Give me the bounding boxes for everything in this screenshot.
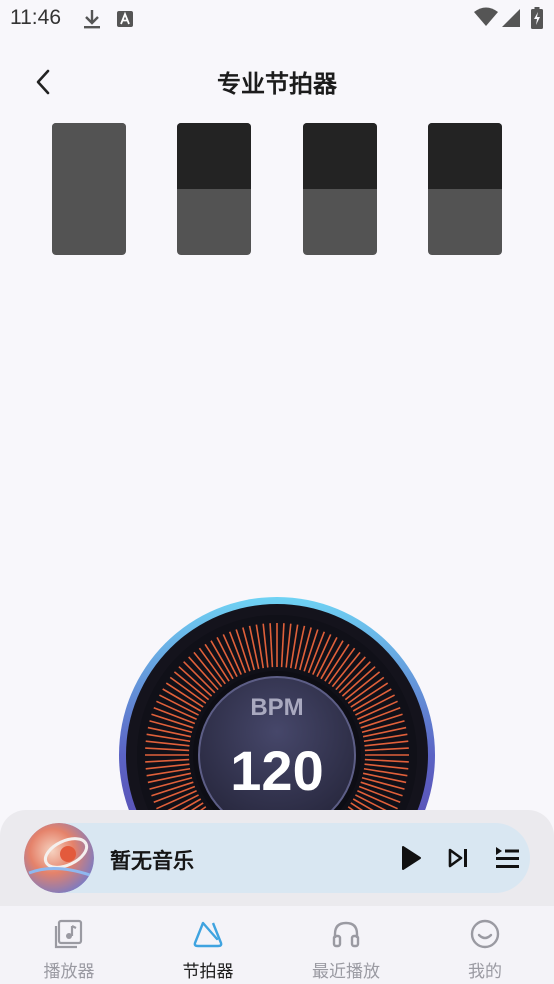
- beat-block-1[interactable]: [52, 123, 126, 255]
- nav-label-player: 播放器: [43, 962, 95, 982]
- nav-item-profile[interactable]: 我的: [435, 906, 535, 984]
- beat-block-top: [177, 123, 251, 189]
- playlist-button[interactable]: [493, 843, 523, 873]
- play-button[interactable]: [396, 843, 426, 873]
- beat-block-top: [303, 123, 377, 189]
- nav-item-player[interactable]: 播放器: [19, 906, 119, 984]
- wifi-icon: [474, 7, 498, 31]
- album-art[interactable]: [24, 823, 94, 893]
- metronome-icon: [192, 918, 224, 950]
- status-bar: 11:46: [0, 0, 554, 38]
- battery-icon: [531, 7, 543, 33]
- bpm-label: BPM: [250, 694, 304, 721]
- skip-next-icon: [448, 848, 467, 868]
- nav-label-metronome: 节拍器: [182, 962, 234, 982]
- nav-label-profile: 我的: [468, 962, 502, 982]
- smiley-icon: [469, 918, 501, 950]
- beat-block-3[interactable]: [303, 123, 377, 255]
- play-icon: [402, 846, 421, 870]
- page-title: 专业节拍器: [217, 70, 337, 98]
- nav-item-metronome[interactable]: 节拍器: [158, 906, 258, 984]
- status-time: 11:46: [10, 6, 61, 29]
- signal-icon: [501, 8, 521, 32]
- a-notification-icon: [117, 11, 133, 31]
- beat-block-top: [428, 123, 502, 189]
- download-icon: [82, 8, 102, 34]
- headphones-icon: [330, 918, 362, 950]
- track-title: 暂无音乐: [110, 849, 194, 873]
- nav-item-recent[interactable]: 最近播放: [296, 906, 396, 984]
- beat-block-4[interactable]: [428, 123, 502, 255]
- beat-block-2[interactable]: [177, 123, 251, 255]
- playlist-icon: [496, 847, 519, 868]
- bpm-value[interactable]: 120: [0, 738, 554, 803]
- music-library-icon: [53, 918, 85, 950]
- beat-block-top: [52, 123, 126, 189]
- skip-next-button[interactable]: [444, 843, 474, 873]
- nav-label-recent: 最近播放: [312, 962, 380, 982]
